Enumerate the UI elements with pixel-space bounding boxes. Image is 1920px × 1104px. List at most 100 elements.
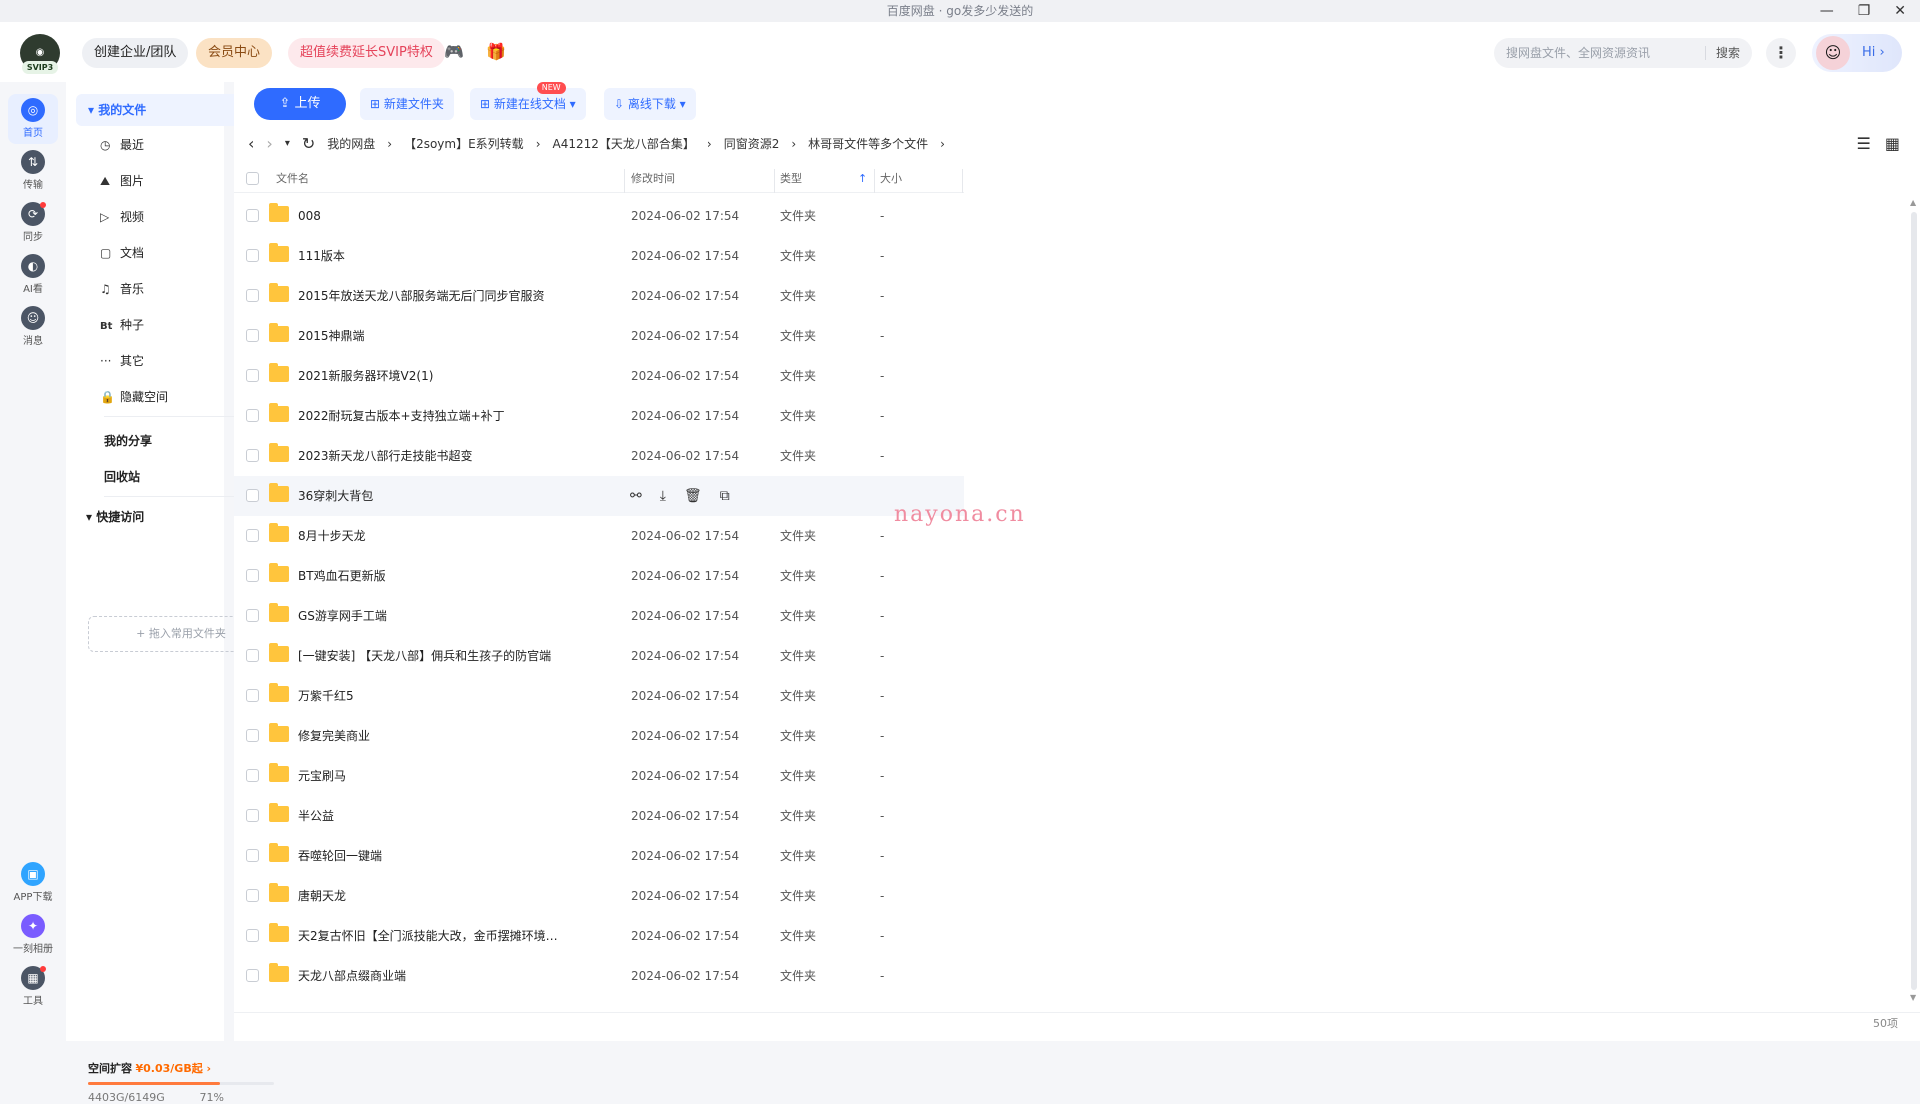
table-row[interactable]: 008 2024-06-02 17:54 文件夹 - xyxy=(234,196,964,236)
row-checkbox[interactable] xyxy=(246,289,259,302)
table-row[interactable]: 2021新服务器环境V2(1) 2024-06-02 17:54 文件夹 - xyxy=(234,356,964,396)
row-checkbox[interactable] xyxy=(246,369,259,382)
sidebar-item-recycle-bin[interactable]: 回收站 xyxy=(104,462,140,492)
row-checkbox[interactable] xyxy=(246,409,259,422)
row-checkbox[interactable] xyxy=(246,569,259,582)
app-logo[interactable]: ◉ SVIP3 xyxy=(20,34,60,74)
new-folder-button[interactable]: ⊞ 新建文件夹 xyxy=(360,88,454,120)
file-name[interactable]: 天2复古怀旧【全门派技能大改，金币摆摊环境，9大门派... xyxy=(298,916,568,956)
table-row[interactable]: 吞噬轮回一键端 2024-06-02 17:54 文件夹 - xyxy=(234,836,964,876)
breadcrumb-separator[interactable]: › xyxy=(940,132,945,156)
column-header-size[interactable]: 大小 xyxy=(880,165,902,193)
table-row[interactable]: 元宝刷马 2024-06-02 17:54 文件夹 - xyxy=(234,756,964,796)
file-name[interactable]: BT鸡血石更新版 xyxy=(298,556,568,596)
table-row[interactable]: 唐朝天龙 2024-06-02 17:54 文件夹 - xyxy=(234,876,964,916)
gift-icon[interactable]: 🎁 xyxy=(486,42,506,61)
game-icon[interactable]: 🎮 xyxy=(444,42,464,61)
file-name[interactable]: 36穿刺大背包 xyxy=(298,476,568,516)
row-checkbox[interactable] xyxy=(246,449,259,462)
quota-price[interactable]: ¥0.03/GB起 › xyxy=(136,1062,212,1075)
breadcrumb-item-current[interactable]: 林哥哥文件等多个文件 xyxy=(808,132,928,156)
new-online-doc-button[interactable]: ⊞ 新建在线文档 ▾ NEW xyxy=(470,82,586,120)
table-row[interactable]: BT鸡血石更新版 2024-06-02 17:54 文件夹 - xyxy=(234,556,964,596)
file-name[interactable]: 2015神鼎端 xyxy=(298,316,568,356)
row-checkbox[interactable] xyxy=(246,929,259,942)
table-row[interactable]: [一键安装] 【天龙八部】佣兵和生孩子的防官端 2024-06-02 17:54 文… xyxy=(234,636,964,676)
table-row[interactable]: 2015神鼎端 2024-06-02 17:54 文件夹 - xyxy=(234,316,964,356)
table-row[interactable]: 8月十步天龙 2024-06-02 17:54 文件夹 - xyxy=(234,516,964,556)
rail-item-sync[interactable]: ⟳ 同步 xyxy=(8,198,58,248)
column-divider[interactable] xyxy=(962,169,963,193)
select-all-checkbox[interactable] xyxy=(246,172,259,185)
scroll-up-icon[interactable]: ▲ xyxy=(1910,198,1916,207)
file-name[interactable]: 008 xyxy=(298,196,568,236)
history-dropdown-icon[interactable]: ▾ xyxy=(285,132,290,156)
more-menu-icon[interactable]: ⋮ xyxy=(1766,38,1796,68)
row-checkbox[interactable] xyxy=(246,329,259,342)
vertical-scrollbar[interactable]: ▲ ▼ xyxy=(1910,198,1918,1002)
file-name[interactable]: 天龙八部点缀商业端 xyxy=(298,956,568,996)
back-icon[interactable]: ‹ xyxy=(248,132,254,156)
rail-item-app-download[interactable]: ▣ APP下载 xyxy=(8,858,58,908)
file-name[interactable]: 2022耐玩复古版本+支持独立端+补丁 xyxy=(298,396,568,436)
rail-item-transfer[interactable]: ⇅ 传输 xyxy=(8,146,58,196)
table-row[interactable]: 36穿刺大背包 ⚯ ⤓ 🗑 ⧉ xyxy=(234,476,964,516)
column-divider[interactable] xyxy=(624,169,625,193)
file-name[interactable]: 半公益 xyxy=(298,796,568,836)
row-checkbox[interactable] xyxy=(246,849,259,862)
breadcrumb-item[interactable]: 【2soym】E系列转载 xyxy=(404,132,524,156)
file-name[interactable]: 2023新天龙八部行走技能书超变 xyxy=(298,436,568,476)
table-row[interactable]: 2023新天龙八部行走技能书超变 2024-06-02 17:54 文件夹 - xyxy=(234,436,964,476)
table-row[interactable]: 半公益 2024-06-02 17:54 文件夹 - xyxy=(234,796,964,836)
breadcrumb-item[interactable]: 我的网盘 xyxy=(327,132,375,156)
sort-list-icon[interactable]: ☰ xyxy=(1857,134,1871,153)
row-checkbox[interactable] xyxy=(246,969,259,982)
file-name[interactable]: 2015年放送天龙八部服务端无后门同步官服资 xyxy=(298,276,568,316)
sidebar-item-my-share[interactable]: 我的分享 xyxy=(104,426,152,456)
row-checkbox[interactable] xyxy=(246,689,259,702)
file-name[interactable]: [一键安装] 【天龙八部】佣兵和生孩子的防官端 xyxy=(298,636,568,676)
column-header-time[interactable]: 修改时间 xyxy=(631,165,675,193)
sort-ascending-icon[interactable]: ↑ xyxy=(858,165,867,193)
table-row[interactable]: 2022耐玩复古版本+支持独立端+补丁 2024-06-02 17:54 文件夹 - xyxy=(234,396,964,436)
scroll-down-icon[interactable]: ▼ xyxy=(1910,993,1916,1002)
file-name[interactable]: 8月十步天龙 xyxy=(298,516,568,556)
breadcrumb-item[interactable]: A41212【天龙八部合集】 xyxy=(553,132,695,156)
rail-item-messages[interactable]: ☺ 消息 xyxy=(8,302,58,352)
column-header-name[interactable]: 文件名 xyxy=(276,165,309,193)
file-name[interactable]: 修复完美商业 xyxy=(298,716,568,756)
forward-icon[interactable]: › xyxy=(266,132,272,156)
row-checkbox[interactable] xyxy=(246,889,259,902)
minimize-icon[interactable]: — xyxy=(1820,0,1834,22)
rail-item-tools[interactable]: ▦ 工具 xyxy=(8,962,58,1012)
table-row[interactable]: 天龙八部点缀商业端 2024-06-02 17:54 文件夹 - xyxy=(234,956,964,996)
row-checkbox[interactable] xyxy=(246,729,259,742)
column-header-type[interactable]: 类型 xyxy=(780,165,802,193)
row-checkbox[interactable] xyxy=(246,209,259,222)
file-name[interactable]: 唐朝天龙 xyxy=(298,876,568,916)
grid-view-icon[interactable]: ▦ xyxy=(1885,134,1900,153)
more-actions-icon[interactable]: ⧉ xyxy=(720,476,730,516)
svip-renew-button[interactable]: 超值续费延长SVIP特权 xyxy=(288,38,445,68)
storage-quota[interactable]: 空间扩容 ¥0.03/GB起 › 4403G/6149G 71% xyxy=(88,1060,278,1104)
row-checkbox[interactable] xyxy=(246,769,259,782)
breadcrumb-item[interactable]: 同窗资源2 xyxy=(724,132,780,156)
upload-button[interactable]: ⇪ 上传 xyxy=(254,88,346,120)
file-name[interactable]: 111版本 xyxy=(298,236,568,276)
delete-icon[interactable]: 🗑 xyxy=(684,476,702,516)
file-name[interactable]: 万紫千红5 xyxy=(298,676,568,716)
row-checkbox[interactable] xyxy=(246,649,259,662)
scrollbar-thumb[interactable] xyxy=(1911,212,1917,990)
row-checkbox[interactable] xyxy=(246,529,259,542)
row-checkbox[interactable] xyxy=(246,489,259,502)
rail-item-home[interactable]: ◎ 首页 xyxy=(8,94,58,144)
close-icon[interactable]: ✕ xyxy=(1894,0,1906,22)
rail-item-ai[interactable]: ◐ AI看 xyxy=(8,250,58,300)
search-button[interactable]: 搜索 xyxy=(1716,38,1740,68)
offline-download-button[interactable]: ⇩ 离线下载 ▾ xyxy=(604,88,696,120)
table-row[interactable]: 2015年放送天龙八部服务端无后门同步官服资 2024-06-02 17:54 文件… xyxy=(234,276,964,316)
table-row[interactable]: 修复完美商业 2024-06-02 17:54 文件夹 - xyxy=(234,716,964,756)
row-checkbox[interactable] xyxy=(246,249,259,262)
column-divider[interactable] xyxy=(774,169,775,193)
rail-item-album[interactable]: ✦ 一刻相册 xyxy=(8,910,58,960)
